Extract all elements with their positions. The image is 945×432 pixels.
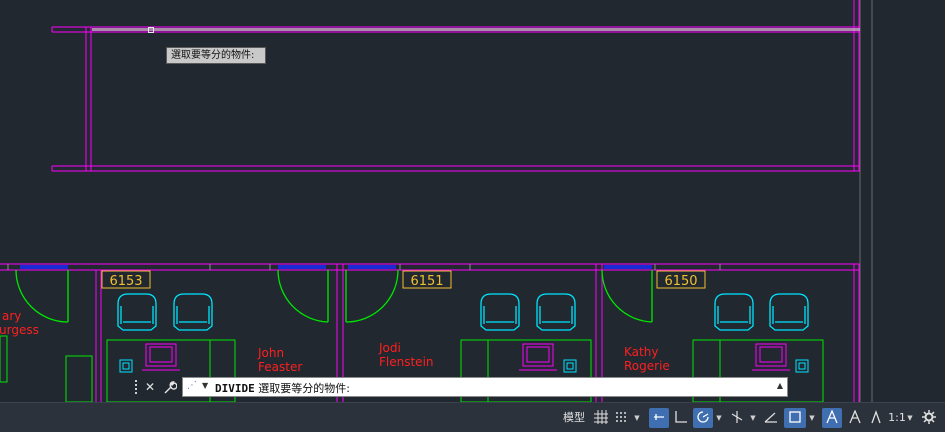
close-icon[interactable]: ✕ [143,379,157,395]
occupant-last: urgess [0,323,39,337]
grip-handle[interactable] [135,380,141,394]
phones [119,359,809,373]
occupant-first: John [257,346,284,360]
room-number: 6151 [410,274,443,289]
chevron-down-icon[interactable]: ▼ [202,381,208,390]
occupant-first: Kathy [624,345,658,359]
room-number: 6150 [664,274,697,289]
occupant-first: Jodi [378,341,401,355]
chevron-up-icon[interactable]: ▲ [777,381,783,390]
pickbox-cursor [148,27,154,33]
chevron-down-icon[interactable]: ▼ [633,408,641,428]
snap-icon[interactable] [612,408,630,428]
wrench-icon[interactable] [163,379,178,395]
scale-selector[interactable]: 1:1 [888,408,906,428]
status-bar: 模型 ▼ ▼ ▼ ▼ 1:1 ▼ [0,402,945,432]
occupant-last: Flenstein [379,355,434,369]
command-input[interactable]: ⋰ ▼ DIVIDE 選取要等分的物件: ▲ [182,377,788,397]
occupant-last: Rogerie [624,359,670,373]
dynamic-input-tooltip: 選取要等分的物件: [166,47,266,64]
polar-icon[interactable] [693,408,713,428]
object-snap-icon[interactable] [784,408,806,428]
command-prompt: DIVIDE 選取要等分的物件: [215,382,350,395]
room-number: 6153 [109,274,142,289]
occupant-last: Feaster [258,360,302,374]
isodraft-icon[interactable] [727,408,747,428]
chevron-down-icon[interactable]: ▼ [808,408,816,428]
annotation-visibility-icon[interactable] [822,408,842,428]
drawing-canvas[interactable]: 6153 6151 6150 ary urgess John Feaster J… [0,0,945,402]
chairs [117,293,809,331]
gear-icon[interactable] [919,408,939,428]
grid-icon[interactable] [592,408,610,428]
command-line[interactable]: ✕ ⋰ ▼ DIVIDE 選取要等分的物件: ▲ [133,377,790,397]
chevron-down-icon[interactable]: ▼ [749,408,757,428]
model-tab[interactable]: 模型 [560,408,588,428]
occupant-first: ary [2,309,21,323]
ortho-icon[interactable] [671,408,691,428]
chevron-down-icon[interactable]: ▼ [906,408,914,428]
upper-room [51,0,860,172]
auto-scale-icon[interactable] [845,408,865,428]
annotation-scale-icon[interactable] [866,408,886,428]
object-snap-tracking-icon[interactable] [761,408,781,428]
chevron-down-icon[interactable]: ▼ [715,408,723,428]
infer-constraints-icon[interactable] [649,408,669,428]
